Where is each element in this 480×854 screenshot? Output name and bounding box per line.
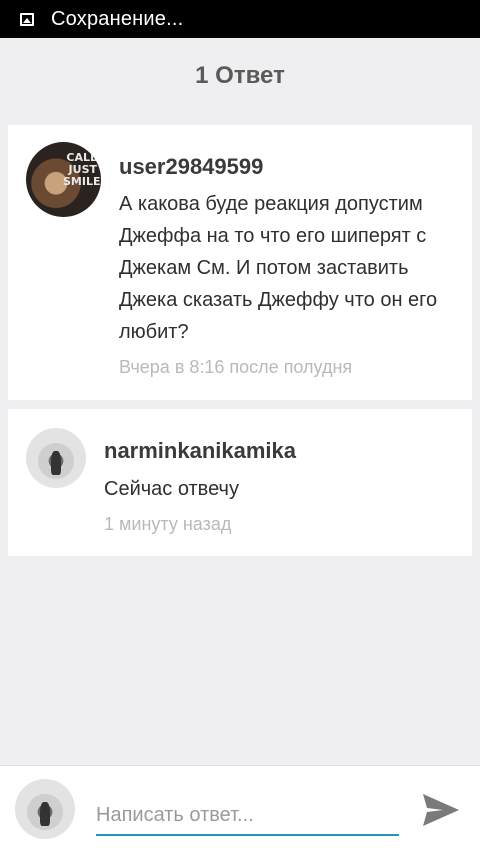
comment-timestamp: 1 минуту назад	[104, 514, 232, 534]
page-title: 1 Ответ	[195, 62, 285, 89]
image-icon	[20, 12, 34, 26]
comment-username[interactable]: narminkanikamika	[104, 438, 296, 464]
status-text: Сохранение...	[51, 7, 184, 30]
status-bar: Сохранение...	[0, 0, 480, 38]
avatar-figure	[51, 450, 61, 475]
comment-text: А какова буде реакция допустим Джеффа на…	[119, 193, 438, 343]
avatar-figure	[40, 801, 50, 826]
my-avatar	[15, 779, 75, 839]
reply-input[interactable]	[96, 796, 399, 836]
send-button[interactable]	[418, 788, 464, 832]
header: 1 Ответ	[0, 38, 480, 114]
comment-text: Сейчас отвечу	[104, 478, 239, 500]
avatar-text: CALL JUST SMILE	[63, 151, 101, 188]
send-icon	[423, 794, 459, 826]
avatar[interactable]	[26, 428, 86, 488]
avatar[interactable]: CALL JUST SMILE	[26, 142, 101, 217]
comment-username[interactable]: user29849599	[119, 154, 263, 180]
comment-card: narminkanikamika Сейчас отвечу 1 минуту …	[8, 409, 472, 556]
comment-card: CALL JUST SMILE user29849599 А какова буде…	[8, 125, 472, 400]
comment-timestamp: Вчера в 8:16 после полудня	[119, 357, 353, 377]
